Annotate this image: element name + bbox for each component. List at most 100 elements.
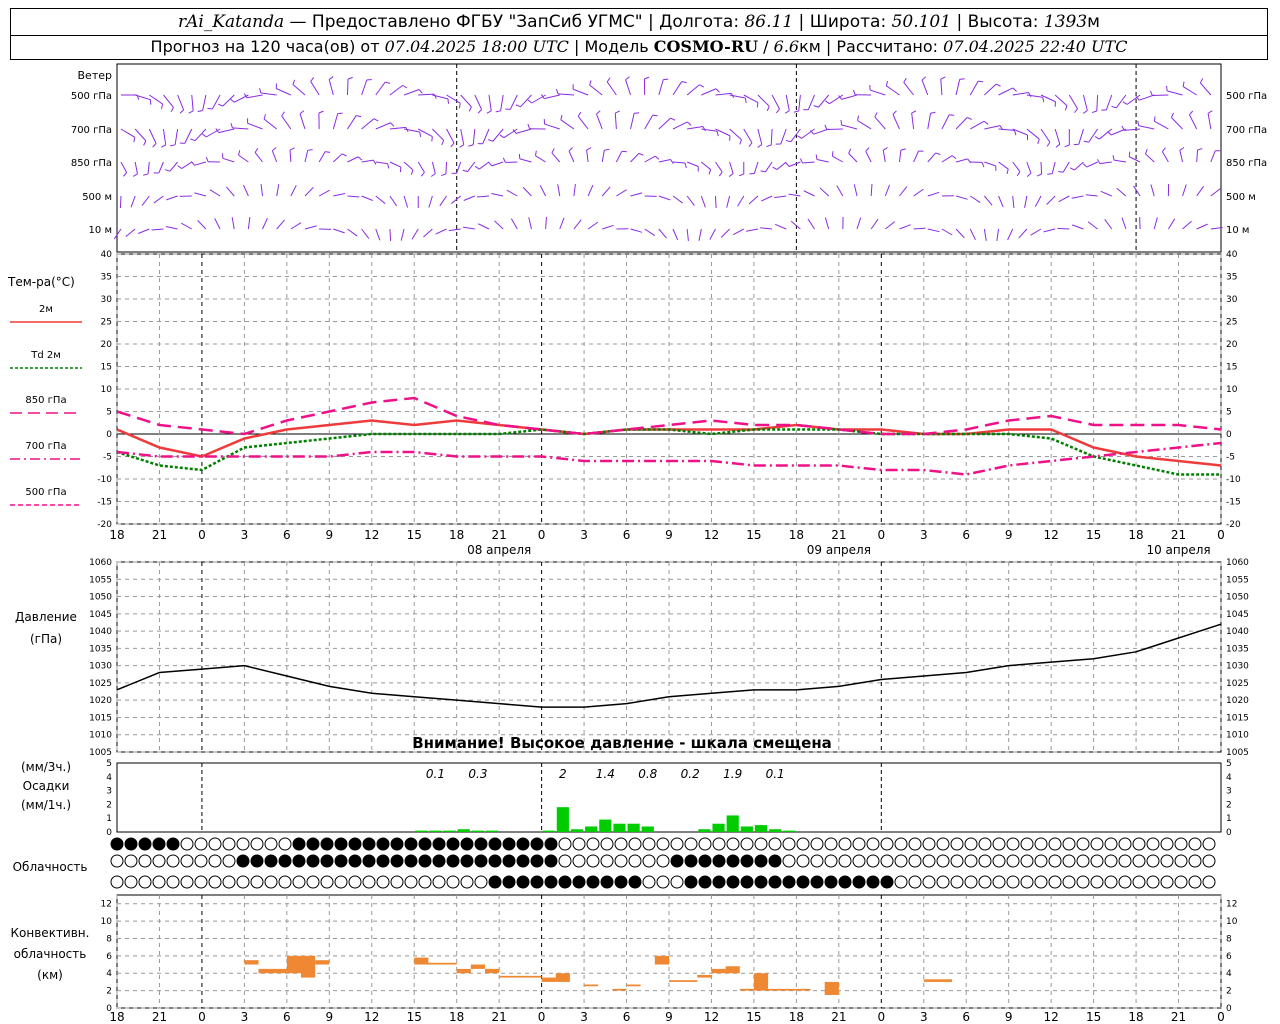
date-label: 09 апреля — [807, 543, 871, 557]
wind-barb-flag — [230, 122, 233, 129]
wind-barb — [927, 228, 940, 233]
cloud-cover-symbol — [362, 875, 376, 889]
wind-barb-flag — [468, 144, 474, 147]
wind-barb-flag — [1083, 140, 1089, 143]
cloud-cover-symbol — [1104, 837, 1118, 851]
wind-barb — [432, 128, 445, 141]
wind-panel-frame — [116, 63, 1222, 253]
cloud-cover-symbol — [530, 875, 544, 889]
wind-barb — [231, 217, 235, 230]
wind-barb — [955, 228, 965, 239]
cloud-cover-symbol — [334, 837, 348, 851]
cloud-cover-symbol — [866, 837, 880, 851]
conv-bar — [286, 955, 301, 974]
wind-barb — [998, 195, 1004, 208]
wind-barb — [225, 186, 235, 197]
wind-barb — [411, 228, 419, 240]
wind-barb-flag — [840, 119, 843, 125]
wind-barb — [899, 224, 911, 230]
wind-barb-flag — [281, 111, 285, 117]
cloud-cover-symbol — [894, 854, 908, 868]
wind-barb-flag — [1055, 143, 1061, 148]
cloud-cover-symbol — [166, 837, 180, 851]
wind-barb — [969, 80, 979, 96]
wind-barb — [276, 219, 285, 230]
wind-barb-flag — [499, 134, 505, 139]
wind-barb-flag — [170, 144, 176, 147]
cloud-cover-symbol — [1090, 837, 1104, 851]
wind-barb — [882, 150, 886, 163]
wind-barb-flag — [179, 109, 184, 114]
wind-barb-flag — [1182, 81, 1185, 87]
wind-barb — [1167, 218, 1176, 230]
cloud-cover-symbol — [194, 854, 208, 868]
wind-barb-flag — [967, 158, 972, 164]
precip-y-tick-right: 1 — [1226, 814, 1232, 824]
conv-bar — [315, 960, 330, 965]
cloud-cover-symbol — [670, 837, 684, 851]
cloud-cover-symbol — [908, 875, 922, 889]
precip-bar — [457, 829, 470, 832]
wind-barb-flag — [197, 110, 203, 112]
wind-barb — [927, 152, 937, 163]
wind-barb — [870, 183, 873, 197]
pressure-y-tick-right: 1005 — [1226, 748, 1249, 758]
wind-barb-flag — [1122, 101, 1128, 105]
wind-barb-flag — [738, 173, 744, 177]
wind-barb-flag — [1137, 120, 1140, 126]
wind-barb — [1012, 161, 1021, 172]
wind-barb — [191, 94, 194, 111]
wind-barbs — [113, 76, 1223, 242]
wind-barb — [941, 155, 953, 163]
cloud-cover-symbol — [1174, 854, 1188, 868]
cloud-cover-symbol — [726, 837, 740, 851]
cloud-cover-symbol — [656, 837, 670, 851]
wind-barb — [209, 189, 221, 197]
cloud-cover-symbol — [1160, 854, 1174, 868]
wind-barb — [243, 184, 249, 197]
cloud-cover-symbol — [110, 837, 124, 851]
wind-barb — [361, 228, 370, 239]
wind-barb — [644, 155, 656, 163]
wind-barb — [1012, 195, 1015, 208]
wind-barb — [271, 150, 278, 163]
wind-barb-flag — [831, 151, 834, 157]
cloud-cover-symbol — [1146, 875, 1160, 889]
wind-barb — [743, 128, 753, 143]
wind-barb — [841, 94, 858, 100]
wind-barb — [1068, 94, 1078, 109]
cloud-cover-symbol — [754, 875, 768, 889]
conv-bar — [697, 974, 712, 978]
cloud-cover-symbol — [964, 875, 978, 889]
wind-barb — [247, 217, 251, 230]
wind-barb — [347, 115, 357, 130]
wind-barb — [780, 128, 787, 145]
wind-barb — [748, 195, 759, 205]
wind-barb — [998, 161, 1009, 170]
wind-barb — [488, 94, 492, 111]
cloud-cover-symbol — [278, 854, 292, 868]
wind-barb — [941, 228, 953, 236]
wind-barb — [1138, 125, 1155, 130]
wind-barb — [788, 193, 801, 197]
wind-barb-flag — [459, 144, 465, 148]
cloud-cover-symbol — [194, 875, 208, 889]
temp-y-tick-right: 5 — [1226, 408, 1232, 418]
pressure-y-tick: 1045 — [89, 610, 112, 620]
pressure-y-tick-right: 1045 — [1226, 610, 1249, 620]
wind-barb — [732, 228, 745, 236]
cloud-cover-symbol — [894, 837, 908, 851]
wind-barb — [841, 124, 858, 130]
cloud-cover-symbol — [404, 854, 418, 868]
cloud-cover-symbol — [320, 875, 334, 889]
wind-barb — [347, 195, 360, 198]
cloud-cover-symbol — [222, 875, 236, 889]
temp-y-tick-right: 35 — [1226, 273, 1237, 283]
temp-x-tick: 21 — [492, 528, 507, 542]
wind-barb — [1182, 220, 1192, 230]
cloud-cover-symbol — [586, 837, 600, 851]
wind-barb — [281, 115, 292, 130]
wind-barb-flag — [307, 149, 313, 151]
temp-x-tick: 3 — [920, 528, 928, 542]
precip-y-tick: 4 — [106, 773, 112, 783]
